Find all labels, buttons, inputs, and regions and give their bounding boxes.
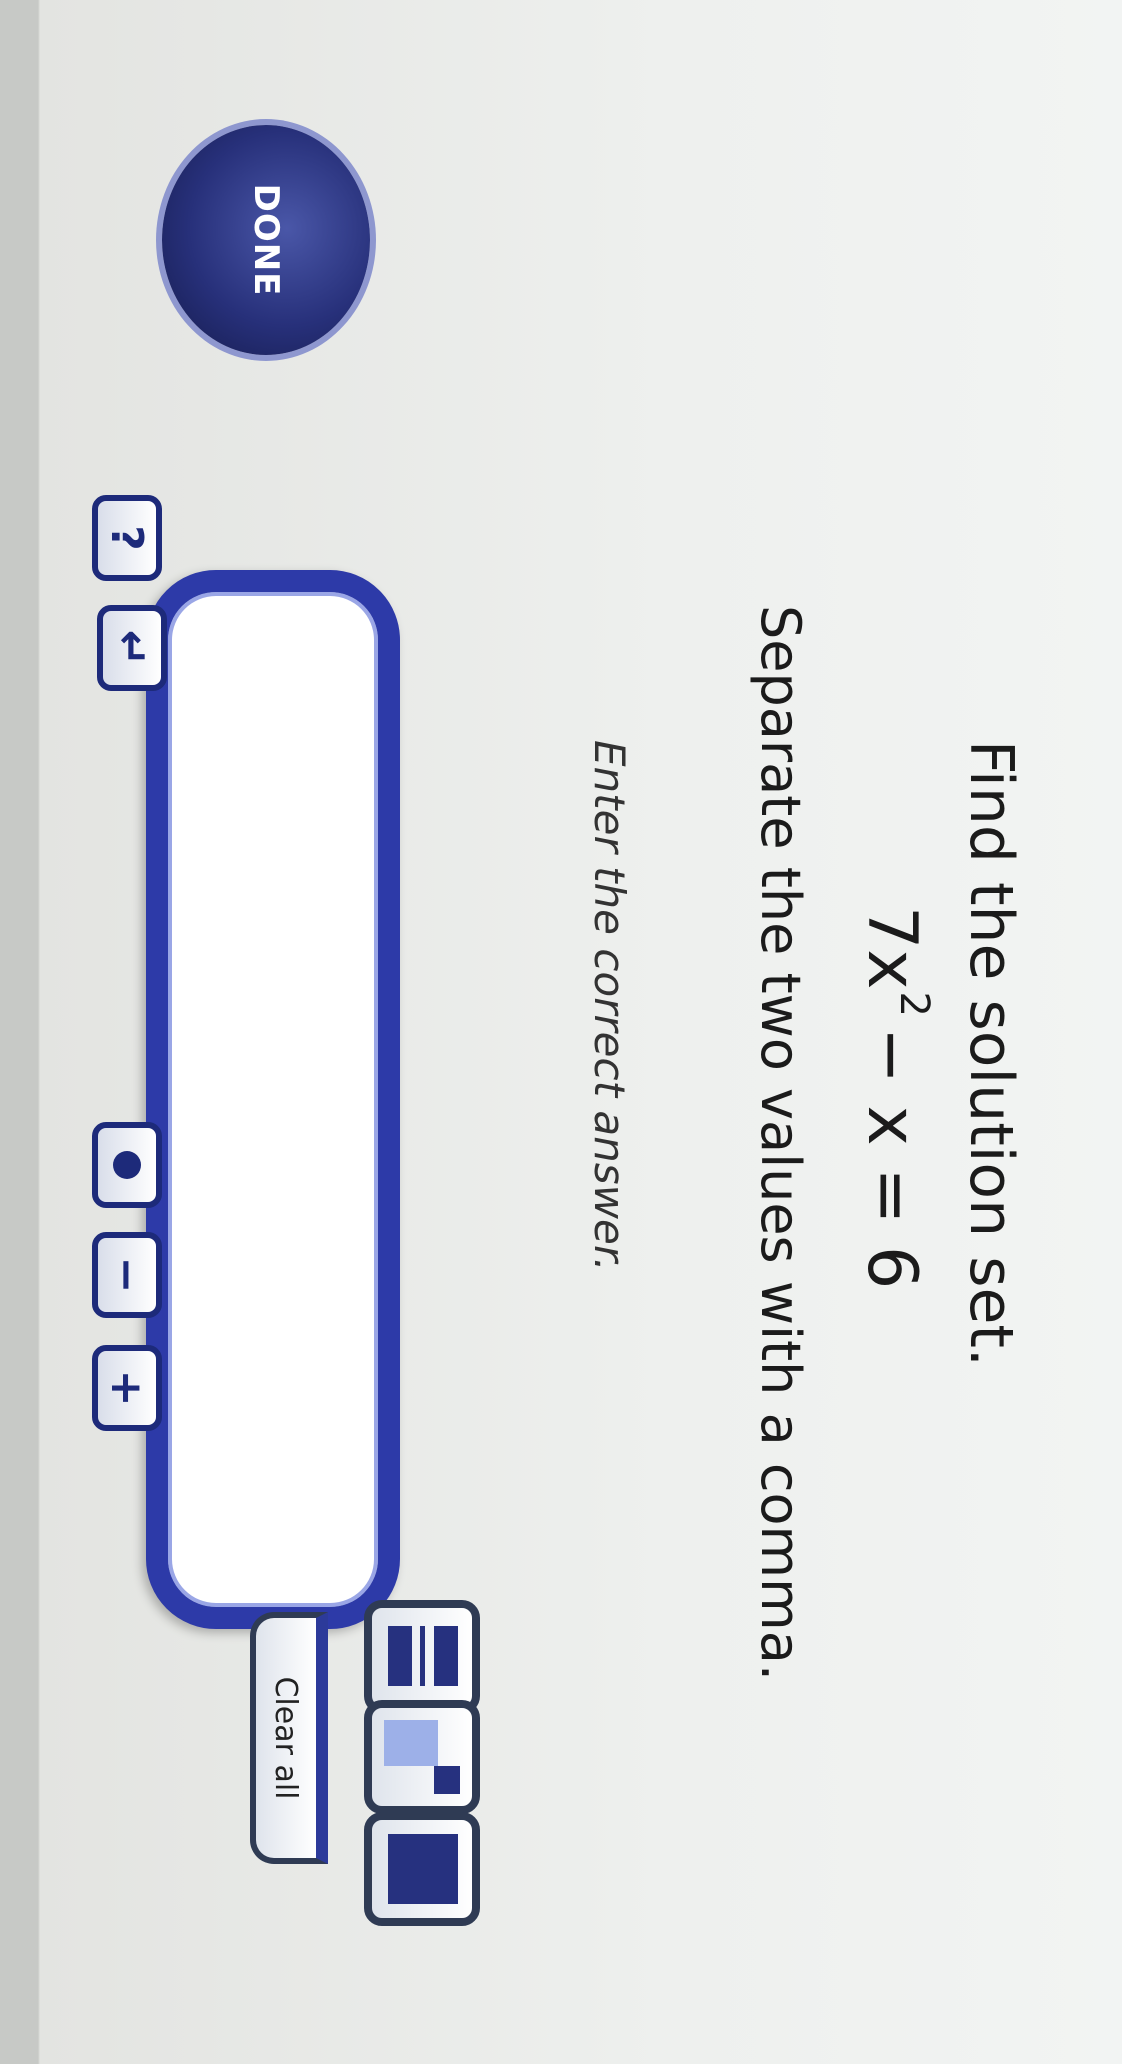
plus-button[interactable]: + <box>92 1345 162 1431</box>
answer-input[interactable] <box>146 570 400 1629</box>
equation-rest: − x = 6 <box>852 1026 931 1290</box>
instruction-text: Separate the two values with a comma. <box>749 605 812 1682</box>
dot-button[interactable] <box>92 1122 162 1208</box>
dot-icon <box>113 1151 141 1179</box>
clear-all-button[interactable]: Clear all <box>250 1612 328 1864</box>
exponent-base-icon <box>384 1720 438 1766</box>
question-panel: Find the solution set. 7x2 − x = 6 Separa… <box>0 0 1122 2064</box>
fraction-bar-icon <box>420 1626 425 1686</box>
box-tool-button[interactable] <box>364 1812 480 1926</box>
equation-exponent: 2 <box>891 991 937 1017</box>
box-icon <box>388 1834 458 1904</box>
fraction-denominator-icon <box>388 1626 412 1686</box>
question-title: Find the solution set. <box>956 740 1026 1367</box>
minus-button[interactable]: − <box>92 1232 162 1318</box>
help-button[interactable]: ? <box>92 495 162 581</box>
enter-button[interactable]: ↵ <box>97 605 167 691</box>
equation: 7x2 − x = 6 <box>852 906 937 1289</box>
exponent-power-icon <box>434 1766 460 1794</box>
prompt-text: Enter the correct answer. <box>585 740 634 1272</box>
fraction-tool-button[interactable] <box>364 1600 480 1714</box>
done-button[interactable]: DONE <box>162 125 370 355</box>
fraction-numerator-icon <box>434 1626 458 1686</box>
equation-base: 7x <box>852 906 931 990</box>
exponent-tool-button[interactable] <box>364 1700 480 1814</box>
